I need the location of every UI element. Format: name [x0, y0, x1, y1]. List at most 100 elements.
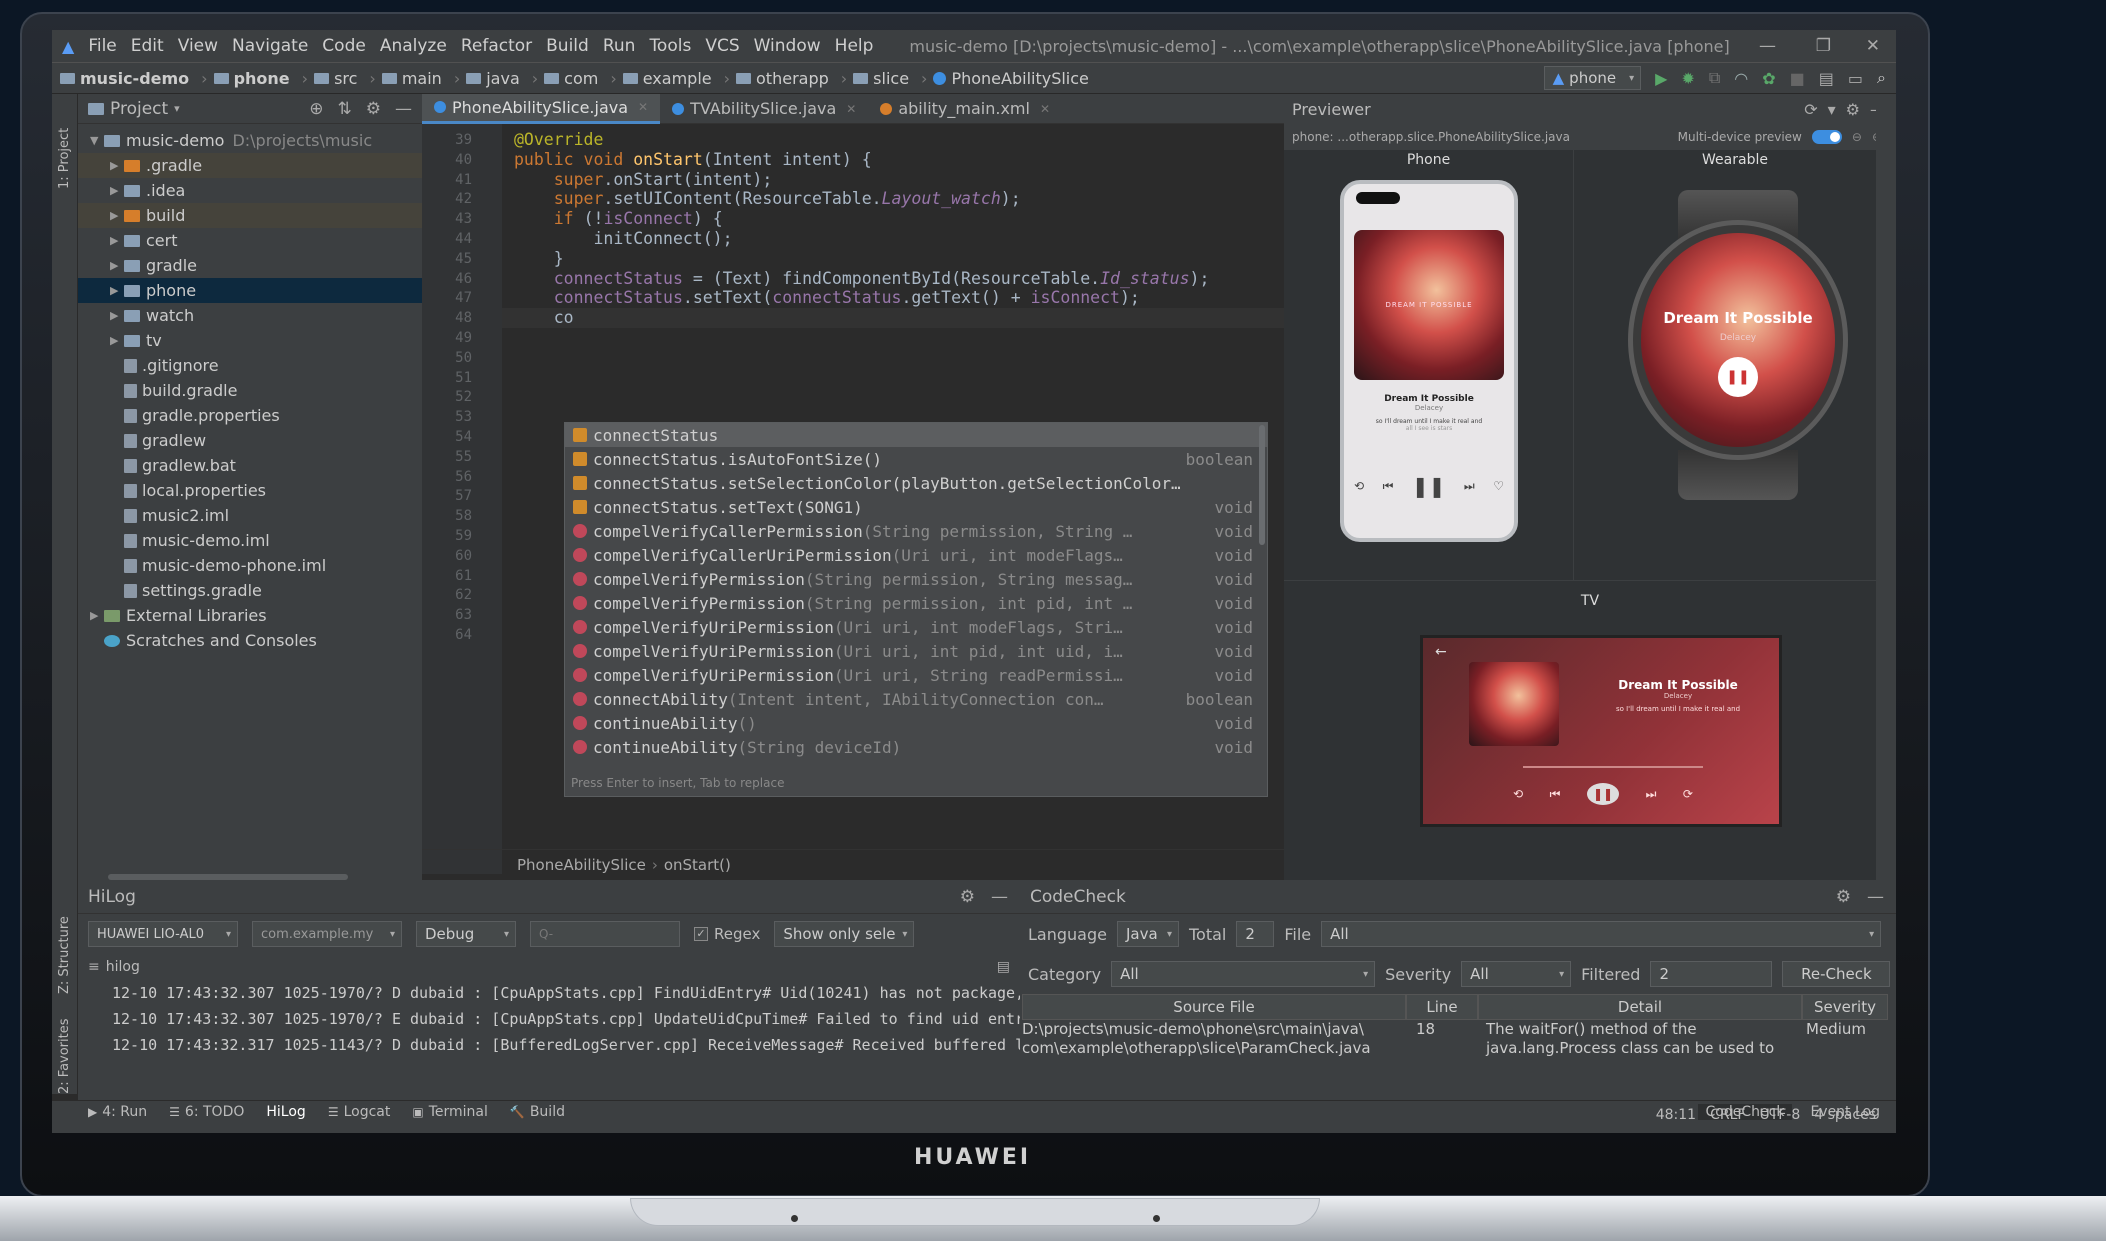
- table-row[interactable]: D:\projects\music-demo\phone\src\main\ja…: [1020, 1020, 1896, 1058]
- close-icon[interactable]: ✕: [1866, 36, 1880, 56]
- regex-checkbox[interactable]: ✓: [694, 927, 708, 941]
- hilog-hide-icon[interactable]: —: [991, 887, 1008, 907]
- tv-prev-icon[interactable]: ⏮: [1550, 787, 1561, 802]
- profile-icon[interactable]: ◠: [1734, 69, 1748, 88]
- tree-item[interactable]: ▶ .gradle: [78, 153, 422, 178]
- tree-item[interactable]: ▼ music-demo D:\projects\music: [78, 128, 422, 153]
- severity-dropdown[interactable]: All ▾: [1461, 961, 1572, 987]
- phone-loop-icon[interactable]: ⟲: [1354, 479, 1364, 493]
- tab-close-icon[interactable]: ✕: [638, 100, 648, 114]
- menu-code[interactable]: Code: [322, 36, 366, 56]
- show-only-dropdown[interactable]: Show only sele ▾: [774, 921, 915, 947]
- tree-item[interactable]: music-demo.iml: [78, 528, 422, 553]
- stop-icon[interactable]: ■: [1790, 69, 1805, 88]
- tree-item[interactable]: local.properties: [78, 478, 422, 503]
- watch-pause-button[interactable]: ❚❚: [1718, 357, 1758, 397]
- tv-progress[interactable]: [1523, 766, 1703, 768]
- completion-item[interactable]: compelVerifyCallerPermission (String perm…: [565, 519, 1267, 543]
- clear-log-icon[interactable]: ▤: [997, 959, 1010, 975]
- log-line[interactable]: 12-10 17:43:32.307 1025-1970/? E dubaid …: [112, 1006, 1033, 1032]
- menu-vcs[interactable]: VCS: [705, 36, 739, 56]
- tree-item[interactable]: ▶ watch: [78, 303, 422, 328]
- expand-arrow-icon[interactable]: ▶: [110, 159, 124, 172]
- code-line[interactable]: @Override: [514, 130, 603, 149]
- settings-gear-icon[interactable]: ⚙: [366, 99, 381, 119]
- phone-pause-icon[interactable]: ❚❚: [1412, 474, 1446, 498]
- menu-navigate[interactable]: Navigate: [232, 36, 308, 56]
- editor-tab[interactable]: PhoneAbilitySlice.java ✕: [422, 93, 661, 124]
- tv-pause-icon[interactable]: ❚❚: [1586, 783, 1620, 805]
- zoom-out-icon[interactable]: ⊖: [1852, 130, 1862, 144]
- hide-panel-icon[interactable]: —: [395, 99, 412, 119]
- layout-icon[interactable]: ▭: [1848, 69, 1863, 88]
- completion-scrollbar[interactable]: [1259, 425, 1265, 545]
- log-line[interactable]: 12-10 17:43:32.317 1025-1143/? D dubaid …: [112, 1032, 1087, 1058]
- menu-run[interactable]: Run: [603, 36, 636, 56]
- completion-item[interactable]: compelVerifyUriPermission (Uri uri, int m…: [565, 615, 1267, 639]
- breadcrumb-method[interactable]: onStart(): [664, 856, 731, 874]
- completion-item[interactable]: compelVerifyUriPermission (Uri uri, int p…: [565, 639, 1267, 663]
- code-line[interactable]: connectStatus = (Text) findComponentById…: [514, 269, 1210, 288]
- code-line[interactable]: connectStatus.setText(connectStatus.getT…: [514, 288, 1140, 307]
- tool-tab-terminal[interactable]: ▣ Terminal: [412, 1104, 488, 1120]
- multi-device-toggle[interactable]: [1811, 130, 1842, 144]
- file-dropdown[interactable]: All ▾: [1321, 921, 1882, 947]
- breadcrumb-item[interactable]: example: [622, 69, 712, 88]
- codecheck-hide-icon[interactable]: —: [1867, 887, 1884, 907]
- caret-position[interactable]: 48:11: [1656, 1107, 1696, 1123]
- code-line[interactable]: if (!isConnect) {: [514, 209, 723, 228]
- tree-item[interactable]: build.gradle: [78, 378, 422, 403]
- refresh-icon[interactable]: ⟳: [1804, 100, 1817, 119]
- hilog-settings-icon[interactable]: ⚙: [960, 887, 975, 907]
- code-line[interactable]: super.setUIContent(ResourceTable.Layout_…: [514, 189, 1021, 208]
- completion-item[interactable]: connectStatus.setSelectionColor(playButt…: [565, 471, 1267, 495]
- tool-tab-logcat[interactable]: ☰ Logcat: [328, 1104, 391, 1120]
- col-line[interactable]: Line: [1406, 994, 1478, 1020]
- tv-next-icon[interactable]: ⏭: [1646, 787, 1657, 802]
- completion-item[interactable]: connectStatus.isAutoFontSize() boolean: [565, 447, 1267, 471]
- breadcrumb-item[interactable]: PhoneAbilitySlice: [933, 69, 1089, 88]
- breadcrumb-item[interactable]: otherapp: [736, 69, 829, 88]
- breadcrumb-class[interactable]: PhoneAbilitySlice: [517, 856, 646, 874]
- completion-item[interactable]: connectStatus.setText(SONG1) void: [565, 495, 1267, 519]
- col-detail[interactable]: Detail: [1478, 994, 1802, 1020]
- tree-item[interactable]: ▶ tv: [78, 328, 422, 353]
- menu-file[interactable]: File: [88, 36, 116, 56]
- code-line[interactable]: public void onStart(Intent intent) {: [514, 150, 872, 169]
- tab-close-icon[interactable]: ✕: [1040, 102, 1050, 116]
- menu-view[interactable]: View: [178, 36, 218, 56]
- breadcrumb-item[interactable]: src: [314, 69, 357, 88]
- expand-arrow-icon[interactable]: ▶: [110, 184, 124, 197]
- expand-arrow-icon[interactable]: ▶: [110, 234, 124, 247]
- breadcrumb-item[interactable]: com: [544, 69, 598, 88]
- project-tool-tab[interactable]: 1: Project: [57, 128, 72, 189]
- menu-edit[interactable]: Edit: [131, 36, 164, 56]
- breadcrumb-item[interactable]: main: [381, 69, 442, 88]
- expand-arrow-icon[interactable]: ▶: [110, 209, 124, 222]
- completion-item[interactable]: connectStatus: [565, 423, 1267, 447]
- menu-build[interactable]: Build: [546, 36, 589, 56]
- expand-arrow-icon[interactable]: ▶: [110, 284, 124, 297]
- expand-arrow-icon[interactable]: ▶: [90, 609, 104, 622]
- tv-repeat-icon[interactable]: ⟳: [1683, 787, 1693, 801]
- phone-prev-icon[interactable]: ⏮: [1383, 479, 1394, 494]
- project-panel-title[interactable]: Project: [110, 99, 168, 119]
- code-line[interactable]: co: [514, 308, 574, 327]
- completion-item[interactable]: compelVerifyPermission (String permission…: [565, 567, 1267, 591]
- expand-arrow-icon[interactable]: ▶: [110, 309, 124, 322]
- tree-item[interactable]: gradlew.bat: [78, 453, 422, 478]
- encoding[interactable]: UTF-8: [1759, 1107, 1800, 1123]
- indent[interactable]: 4 spaces: [1814, 1107, 1876, 1123]
- tool-tab-build[interactable]: 🔨 Build: [510, 1104, 565, 1120]
- log-output[interactable]: 12-10 17:43:32.307 1025-1970/? D dubaid …: [78, 980, 1087, 1058]
- device-dropdown[interactable]: HUAWEI LIO-AL0 ▾: [88, 921, 238, 947]
- tree-item[interactable]: ▶ .idea: [78, 178, 422, 203]
- tree-item[interactable]: settings.gradle: [78, 578, 422, 603]
- menu-analyze[interactable]: Analyze: [380, 36, 447, 56]
- coverage-icon[interactable]: ⧉: [1709, 68, 1720, 88]
- minimize-icon[interactable]: —: [1759, 36, 1776, 56]
- filter-icon[interactable]: ▾: [1828, 100, 1836, 119]
- tree-item[interactable]: ▶ External Libraries: [78, 603, 422, 628]
- code-line[interactable]: }: [514, 249, 564, 268]
- completion-item[interactable]: connectAbility (Intent intent, IAbilityCo…: [565, 687, 1267, 711]
